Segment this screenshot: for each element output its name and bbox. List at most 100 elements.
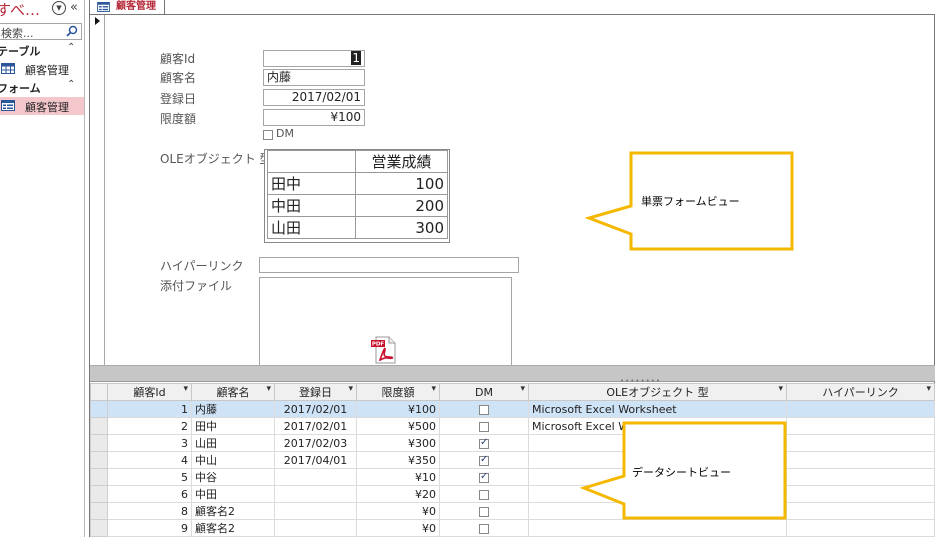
- table-row[interactable]: 3 山田 2017/02/03 ¥300: [90, 434, 935, 452]
- cell-dm[interactable]: [439, 468, 529, 486]
- cell-customer-id[interactable]: 4: [107, 451, 192, 469]
- cell-dm[interactable]: [439, 485, 529, 503]
- column-header[interactable]: 顧客Id ▾: [107, 383, 192, 401]
- cell-hyperlink[interactable]: [786, 519, 935, 537]
- select-all-corner[interactable]: [90, 383, 108, 401]
- cell-customer-id[interactable]: 9: [107, 519, 192, 537]
- cell-dm[interactable]: [439, 519, 529, 537]
- nav-collapse-icon[interactable]: «: [70, 0, 78, 15]
- cell-registration-date[interactable]: [274, 519, 357, 537]
- table-row[interactable]: 2 田中 2017/02/01 ¥500 Microsoft Excel Workshe…: [90, 417, 935, 435]
- cell-hyperlink[interactable]: [786, 468, 935, 486]
- cell-dm[interactable]: [439, 400, 529, 418]
- cell-customer-name[interactable]: 中田: [191, 485, 275, 503]
- nav-search-box[interactable]: 検索...: [0, 23, 82, 40]
- cell-customer-name[interactable]: 山田: [191, 434, 275, 452]
- cell-customer-name[interactable]: 顧客名2: [191, 519, 275, 537]
- dropdown-arrow-icon[interactable]: ▾: [778, 384, 783, 394]
- column-header[interactable]: DM ▾: [439, 383, 529, 401]
- cell-customer-name[interactable]: 中山: [191, 451, 275, 469]
- nav-search-input[interactable]: 検索...: [1, 25, 34, 41]
- cell-credit-limit[interactable]: ¥100: [356, 400, 440, 418]
- cell-credit-limit[interactable]: ¥0: [356, 502, 440, 520]
- registration-date-field[interactable]: 2017/02/01: [263, 89, 365, 106]
- dropdown-arrow-icon[interactable]: ▾: [348, 384, 353, 394]
- cell-hyperlink[interactable]: [786, 417, 935, 435]
- dropdown-arrow-icon[interactable]: ▾: [266, 384, 271, 394]
- cell-ole-object[interactable]: [528, 519, 787, 537]
- cell-credit-limit[interactable]: ¥20: [356, 485, 440, 503]
- search-icon[interactable]: [66, 25, 78, 37]
- table-row[interactable]: 4 中山 2017/04/01 ¥350: [90, 451, 935, 469]
- record-selector[interactable]: [90, 468, 108, 486]
- cell-registration-date[interactable]: [274, 468, 357, 486]
- cell-dm[interactable]: [439, 417, 529, 435]
- cell-customer-name[interactable]: 中谷: [191, 468, 275, 486]
- cell-customer-id[interactable]: 5: [107, 468, 192, 486]
- cell-registration-date[interactable]: 2017/02/01: [274, 417, 357, 435]
- cell-credit-limit[interactable]: ¥350: [356, 451, 440, 469]
- dm-checkbox[interactable]: [479, 489, 489, 500]
- chevron-up-icon[interactable]: ⌃: [67, 42, 75, 53]
- cell-credit-limit[interactable]: ¥300: [356, 434, 440, 452]
- cell-customer-id[interactable]: 2: [107, 417, 192, 435]
- chevron-up-icon[interactable]: ⌃: [67, 79, 75, 90]
- tab-customer-form[interactable]: 顧客管理: [92, 0, 165, 15]
- table-row[interactable]: 6 中田 ¥20: [90, 485, 935, 503]
- table-row[interactable]: 9 顧客名2 ¥0: [90, 519, 935, 537]
- cell-hyperlink[interactable]: [786, 400, 935, 418]
- nav-title[interactable]: すべ…: [0, 0, 40, 20]
- record-selector[interactable]: [90, 485, 108, 503]
- cell-dm[interactable]: [439, 502, 529, 520]
- dropdown-arrow-icon[interactable]: ▾: [431, 384, 436, 394]
- record-selector[interactable]: [90, 417, 108, 435]
- cell-registration-date[interactable]: 2017/02/03: [274, 434, 357, 452]
- cell-customer-name[interactable]: 顧客名2: [191, 502, 275, 520]
- customer-id-field[interactable]: 1: [263, 50, 365, 67]
- record-selector-bar[interactable]: [90, 15, 105, 365]
- column-header[interactable]: OLEオブジェクト 型 ▾: [528, 383, 787, 401]
- nav-menu-icon[interactable]: ▼: [52, 1, 66, 15]
- ole-object-frame[interactable]: 営業成績 田中 100 中田 200 山田 300: [264, 149, 450, 243]
- cell-hyperlink[interactable]: [786, 485, 935, 503]
- dropdown-arrow-icon[interactable]: ▾: [520, 384, 525, 394]
- column-header[interactable]: 登録日 ▾: [274, 383, 357, 401]
- dm-checkbox[interactable]: [479, 437, 489, 449]
- nav-group-forms[interactable]: フォーム ⌃: [0, 79, 84, 96]
- cell-credit-limit[interactable]: ¥500: [356, 417, 440, 435]
- dm-checkbox[interactable]: [479, 421, 489, 432]
- cell-customer-id[interactable]: 8: [107, 502, 192, 520]
- record-selector[interactable]: [90, 502, 108, 520]
- cell-customer-name[interactable]: 内藤: [191, 400, 275, 418]
- dm-checkbox[interactable]: [263, 130, 273, 140]
- column-header[interactable]: 顧客名 ▾: [191, 383, 275, 401]
- dm-checkbox[interactable]: [479, 523, 489, 534]
- table-row[interactable]: 8 顧客名2 ¥0: [90, 502, 935, 520]
- cell-credit-limit[interactable]: ¥0: [356, 519, 440, 537]
- cell-registration-date[interactable]: [274, 485, 357, 503]
- dm-checkbox[interactable]: [479, 404, 489, 415]
- cell-customer-id[interactable]: 6: [107, 485, 192, 503]
- nav-group-tables[interactable]: テーブル ⌃: [0, 42, 84, 59]
- cell-hyperlink[interactable]: [786, 451, 935, 469]
- cell-dm[interactable]: [439, 451, 529, 469]
- dm-checkbox[interactable]: [479, 506, 489, 517]
- hyperlink-field[interactable]: [259, 257, 519, 273]
- record-selector[interactable]: [90, 451, 108, 469]
- credit-limit-field[interactable]: ¥100: [263, 109, 365, 126]
- cell-customer-id[interactable]: 1: [107, 400, 192, 418]
- dropdown-arrow-icon[interactable]: ▾: [926, 384, 931, 394]
- nav-item-table-customers[interactable]: 顧客管理: [0, 60, 84, 78]
- record-selector[interactable]: [90, 519, 108, 537]
- split-form-splitter[interactable]: ••••••••: [90, 365, 935, 385]
- nav-item-form-customers[interactable]: 顧客管理: [0, 97, 84, 115]
- dm-checkbox[interactable]: [479, 454, 489, 466]
- cell-hyperlink[interactable]: [786, 502, 935, 520]
- table-row[interactable]: 1 内藤 2017/02/01 ¥100 Microsoft Excel Workshe…: [90, 400, 935, 418]
- cell-dm[interactable]: [439, 434, 529, 452]
- customer-name-field[interactable]: 内藤: [263, 69, 365, 86]
- column-header[interactable]: ハイパーリンク ▾: [786, 383, 935, 401]
- cell-ole-object[interactable]: Microsoft Excel Worksheet: [528, 400, 787, 418]
- record-selector[interactable]: [90, 400, 108, 418]
- cell-credit-limit[interactable]: ¥10: [356, 468, 440, 486]
